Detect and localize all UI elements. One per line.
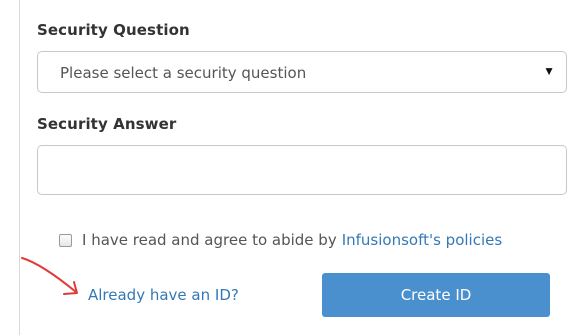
triangle-down-icon: ▼ (543, 64, 555, 78)
already-have-id-link[interactable]: Already have an ID? (88, 286, 239, 304)
security-question-placeholder: Please select a security question (60, 64, 307, 82)
agreement-text: I have read and agree to abide by (82, 231, 337, 249)
red-arrow-icon (21, 257, 78, 295)
security-question-label: Security Question (37, 21, 190, 39)
security-answer-label: Security Answer (37, 115, 177, 133)
create-id-button[interactable]: Create ID (322, 273, 550, 317)
security-answer-field[interactable] (37, 145, 567, 195)
security-question-select[interactable]: Please select a security question ▼ (37, 51, 567, 93)
signup-form-panel: Security Question Please select a securi… (0, 0, 584, 335)
agree-checkbox[interactable] (59, 233, 72, 247)
agreement-row: I have read and agree to abide by Infusi… (59, 230, 502, 250)
policies-link[interactable]: Infusionsoft's policies (342, 231, 502, 249)
